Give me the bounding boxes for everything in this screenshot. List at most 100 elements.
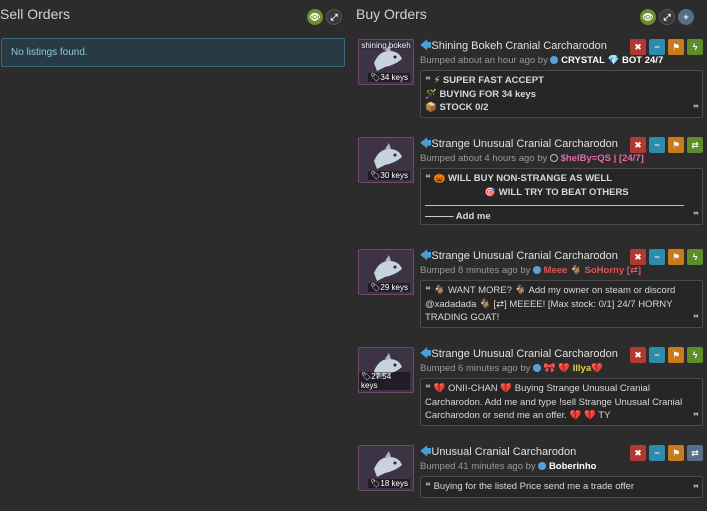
user-suffix: SoHorny [⇄] xyxy=(584,265,642,276)
detail-text: 📦 STOCK 0/2 xyxy=(425,102,489,113)
status-dot xyxy=(538,462,547,470)
sell-orders-panel: Sell Orders 👁 ⤢ No listings found. xyxy=(0,0,348,511)
flag-icon[interactable]: ⚑ xyxy=(668,249,684,265)
minus-icon[interactable]: − xyxy=(649,137,665,153)
item-name[interactable]: Strange Unusual Cranial Carcharodon xyxy=(431,138,618,150)
tag-icon: 🏷 xyxy=(370,479,381,488)
item-thumbnail[interactable]: 🏷30 keys xyxy=(358,137,414,183)
item-thumbnail[interactable]: 🏷27.54 keys xyxy=(358,347,414,393)
detail-line: 🪄 BUYING FOR 34 keys xyxy=(425,88,688,102)
heart-icon: 💔 xyxy=(558,363,570,374)
shark-icon xyxy=(374,143,402,169)
shark-icon xyxy=(374,255,402,281)
detail-line: ❝ ⚡ SUPER FAST ACCEPT xyxy=(425,74,688,88)
detail-text: 🪄 BUYING FOR 34 keys xyxy=(425,88,537,100)
detail-text: 🎃 WILL BUY NON-STRANGE AS WELL xyxy=(433,173,613,184)
arrow-left-icon: 🡄 xyxy=(420,348,432,360)
user-link[interactable]: Meee xyxy=(544,265,568,276)
divider xyxy=(425,205,684,206)
close-icon[interactable]: ✖ xyxy=(630,249,646,265)
expand-icon[interactable]: ⤢ xyxy=(326,9,342,25)
quote-icon: ❝ xyxy=(425,173,431,184)
lightning-icon[interactable]: ϟ xyxy=(687,39,703,55)
listing-actions: ✖ − ⚑ ⇄ xyxy=(630,137,703,153)
quote-icon: ❞ xyxy=(693,483,699,495)
arrow-left-icon: 🡄 xyxy=(420,138,432,150)
flag-icon[interactable]: ⚑ xyxy=(668,39,684,55)
close-icon[interactable]: ✖ xyxy=(630,347,646,363)
user-suffix: BOT 24/7 xyxy=(622,55,664,66)
listing-details: ❝ ⚡ SUPER FAST ACCEPT 🪄 BUYING FOR 34 key… xyxy=(420,70,703,118)
price-label: 18 keys xyxy=(380,479,408,488)
item-thumbnail[interactable]: 🏷18 keys xyxy=(358,445,414,491)
item-thumbnail[interactable]: 🏷29 keys xyxy=(358,249,414,295)
user-link[interactable]: Illya xyxy=(573,363,592,374)
flag-icon[interactable]: ⚑ xyxy=(668,137,684,153)
minus-icon[interactable]: − xyxy=(649,249,665,265)
detail-line: 📦 STOCK 0/2 xyxy=(425,101,688,115)
bumped-line: Bumped 41 minutes ago by Boberinho xyxy=(420,461,703,475)
eye-icon[interactable]: 👁 xyxy=(640,9,656,25)
plus-icon[interactable]: + xyxy=(678,9,694,25)
price-tag: 🏷18 keys xyxy=(368,479,410,488)
tag-icon: 🏷 xyxy=(370,283,381,292)
user-link[interactable]: Boberinho xyxy=(549,461,597,472)
quote-icon: ❞ xyxy=(693,411,699,423)
item-thumbnail[interactable]: shining bokeh 🏷34 keys xyxy=(358,39,414,85)
goat-icon: 🐐 xyxy=(570,265,582,276)
detail-text: Buying for the listed Price send me a tr… xyxy=(433,481,635,492)
bumped-text: Bumped about an hour ago by xyxy=(420,55,548,66)
item-name[interactable]: Shining Bokeh Cranial Carcharodon xyxy=(431,40,607,52)
user-link[interactable]: CRYSTAL xyxy=(561,55,605,66)
bumped-line: Bumped 6 minutes ago by 🎀 💔 Illya💔 xyxy=(420,363,703,377)
status-ring xyxy=(549,154,558,162)
minus-icon[interactable]: − xyxy=(649,445,665,461)
flag-icon[interactable]: ⚑ xyxy=(668,347,684,363)
bumped-line: Bumped about 4 hours ago by $helBy=QS | … xyxy=(420,153,703,167)
swap-icon[interactable]: ⇄ xyxy=(687,445,703,461)
lightning-icon[interactable]: ϟ xyxy=(687,249,703,265)
arrow-left-icon: 🡄 xyxy=(420,250,432,262)
buy-header-buttons: 👁 ⤢ + xyxy=(640,9,694,25)
close-icon[interactable]: ✖ xyxy=(630,137,646,153)
lightning-icon[interactable]: ϟ xyxy=(687,347,703,363)
listing-details: ❝ Buying for the listed Price send me a t… xyxy=(420,476,703,498)
swap-icon[interactable]: ⇄ xyxy=(687,137,703,153)
quote-icon: ❞ xyxy=(693,103,699,115)
listing-details: ❝ 🐐 WANT MORE? 🐐 Add my owner on steam or… xyxy=(420,280,703,328)
minus-icon[interactable]: − xyxy=(649,347,665,363)
expand-icon[interactable]: ⤢ xyxy=(659,9,675,25)
detail-text: ⚡ SUPER FAST ACCEPT xyxy=(433,75,544,86)
item-name[interactable]: Strange Unusual Cranial Carcharodon xyxy=(431,348,618,360)
tag-icon: 🏷 xyxy=(361,372,372,381)
detail-line: ——— Add me xyxy=(425,210,688,224)
bumped-text: Bumped 8 minutes ago by xyxy=(420,265,531,276)
tag-icon: 🏷 xyxy=(370,73,381,82)
minus-icon[interactable]: − xyxy=(649,39,665,55)
buy-orders-title: Buy Orders xyxy=(356,6,427,22)
flag-icon[interactable]: ⚑ xyxy=(668,445,684,461)
buy-orders-panel: Buy Orders 👁 ⤢ + shining bokeh 🏷34 keys … xyxy=(356,0,707,511)
detail-text: 💔 ONII-CHAN 💔 Buying Strange Unusual Cra… xyxy=(425,383,683,421)
price-label: 29 keys xyxy=(380,283,408,292)
no-listings-alert: No listings found. xyxy=(1,38,345,67)
price-label: 30 keys xyxy=(380,171,408,180)
quote-icon: ❝ xyxy=(425,383,431,394)
status-dot xyxy=(533,266,542,274)
quote-icon: ❝ xyxy=(425,285,431,296)
bumped-text: Bumped about 4 hours ago by xyxy=(420,153,548,164)
item-name[interactable]: Strange Unusual Cranial Carcharodon xyxy=(431,250,618,262)
quote-icon: ❝ xyxy=(425,75,431,86)
close-icon[interactable]: ✖ xyxy=(630,445,646,461)
quote-icon: ❞ xyxy=(693,313,699,325)
user-link[interactable]: $helBy=QS | [24/7] xyxy=(561,153,644,164)
price-label: 34 keys xyxy=(380,73,408,82)
eye-icon[interactable]: 👁 xyxy=(307,9,323,25)
listing-actions: ✖ − ⚑ ⇄ xyxy=(630,445,703,461)
quote-icon: ❝ xyxy=(425,481,431,492)
listing-details: ❝ 🎃 WILL BUY NON-STRANGE AS WELL 🎯 WILL T… xyxy=(420,168,703,225)
close-icon[interactable]: ✖ xyxy=(630,39,646,55)
item-name[interactable]: Unusual Cranial Carcharodon xyxy=(431,446,576,458)
listing-actions: ✖ − ⚑ ϟ xyxy=(630,39,703,55)
bumped-line: Bumped 8 minutes ago by Meee 🐐 SoHorny [… xyxy=(420,265,703,279)
